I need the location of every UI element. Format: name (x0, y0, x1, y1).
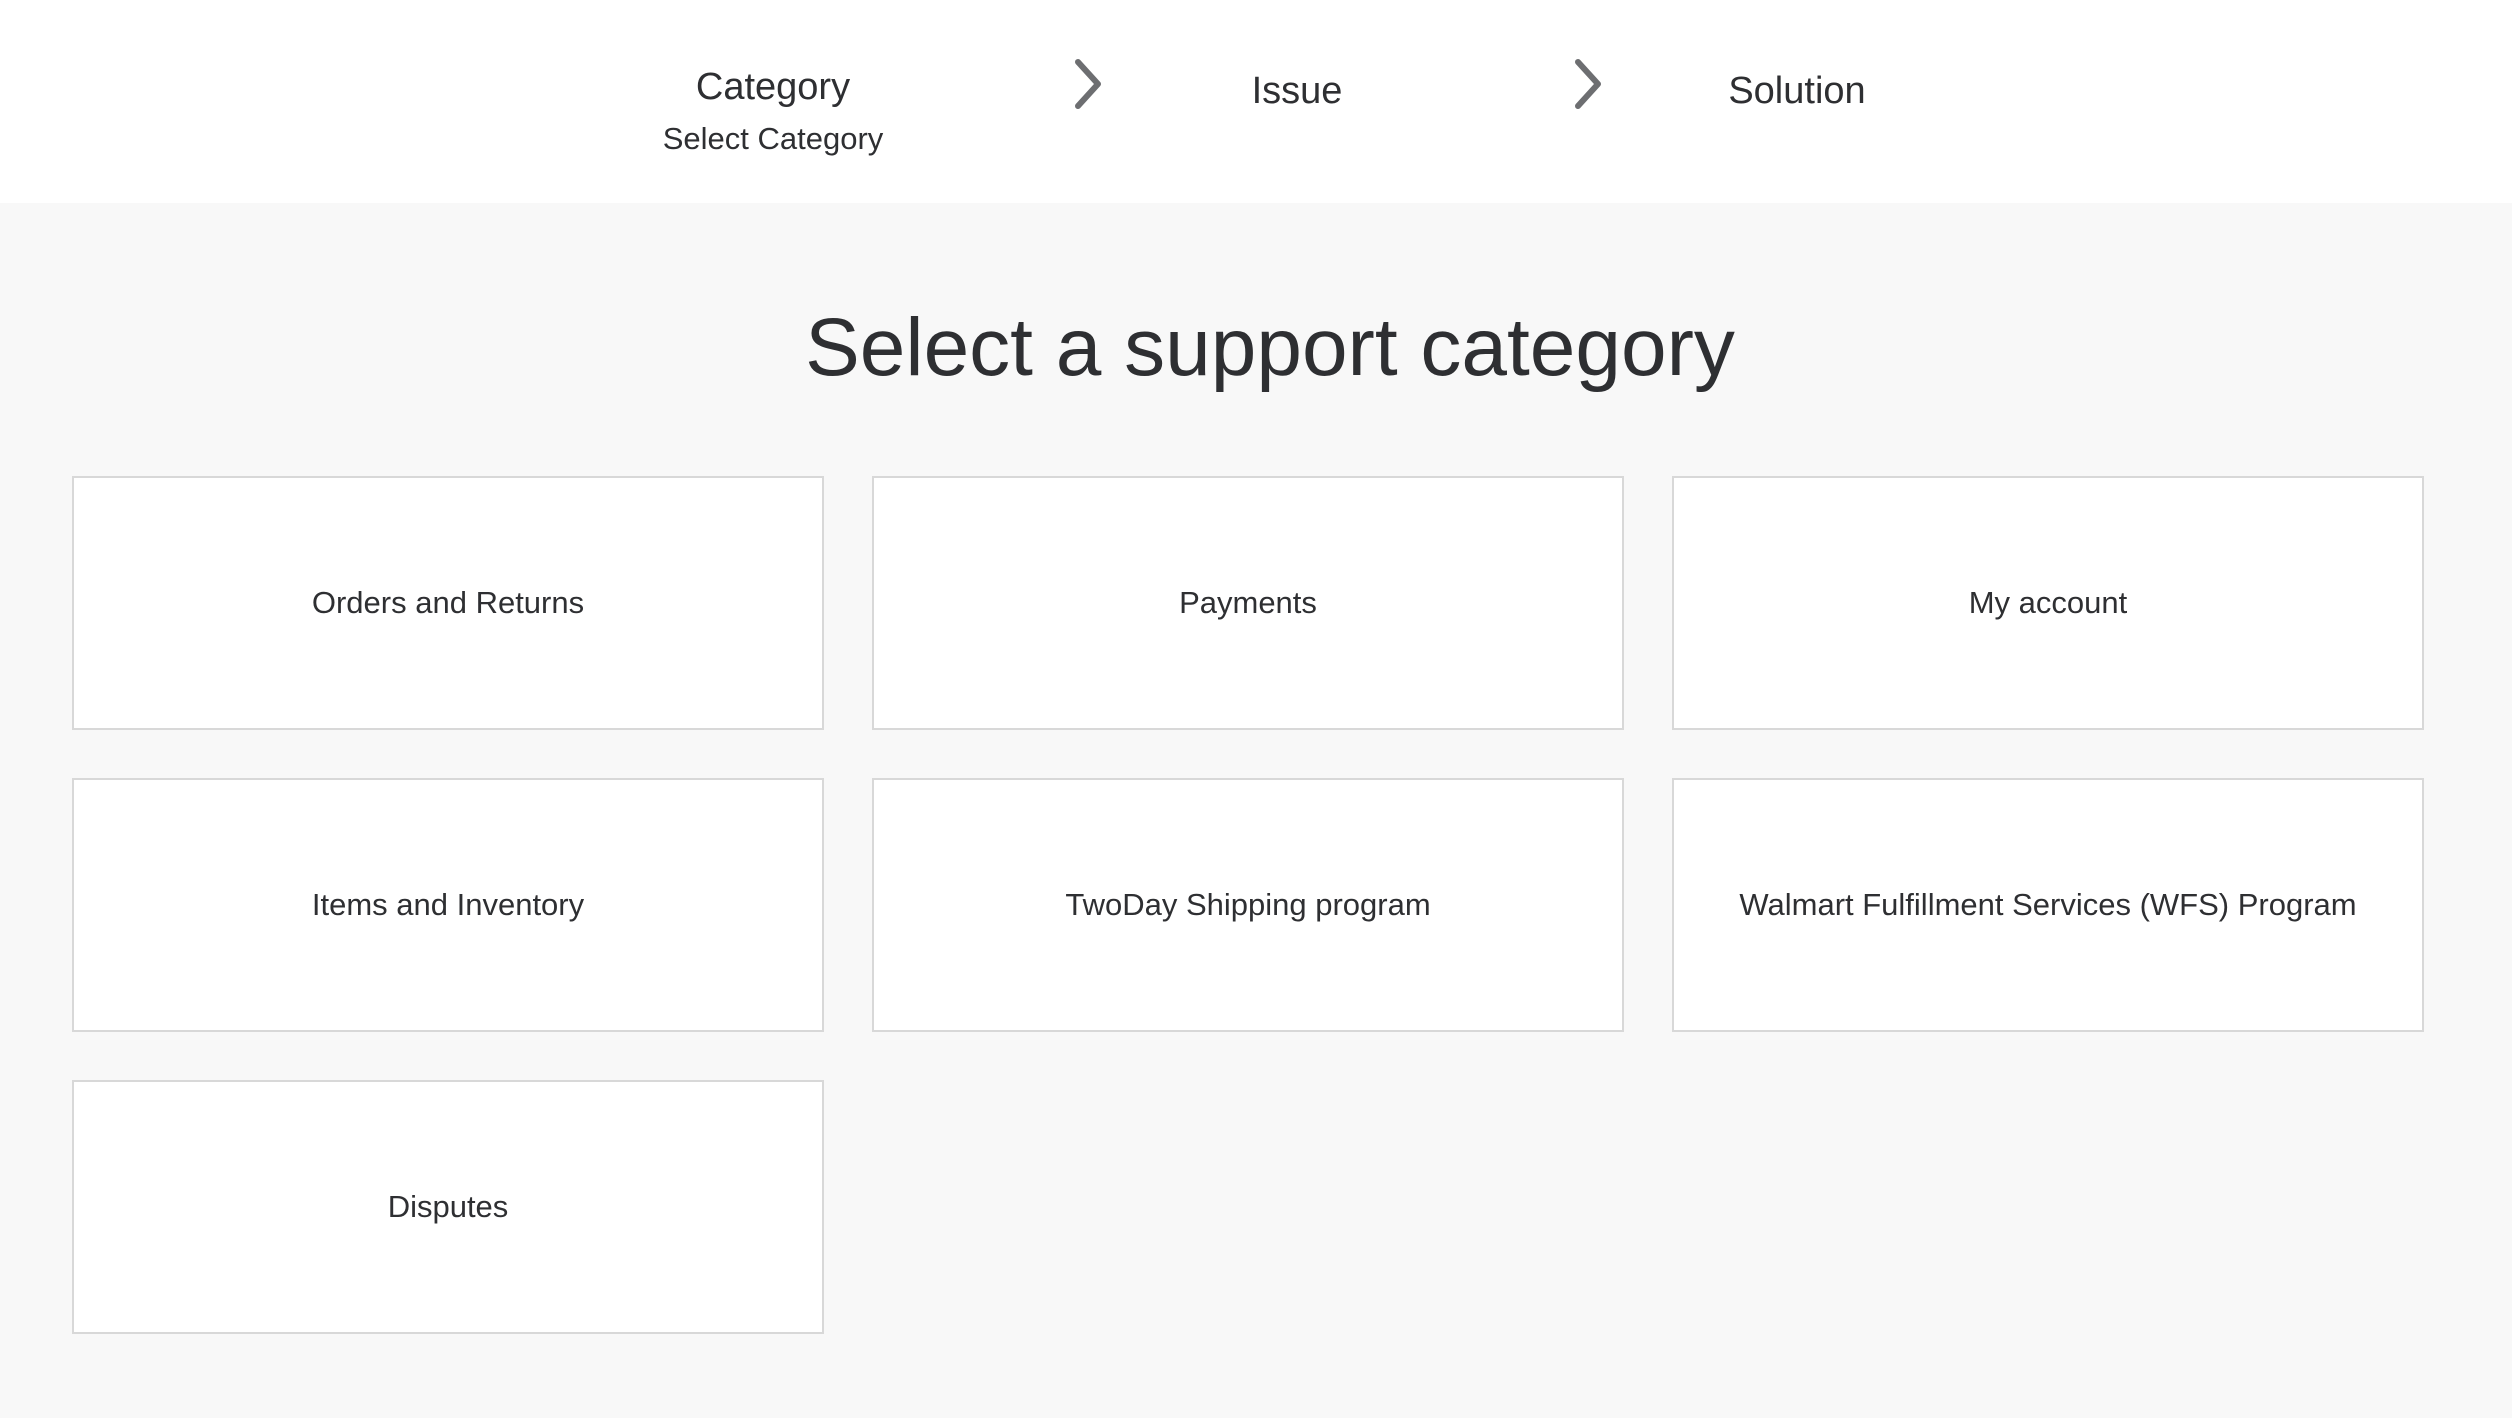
category-card-label: Items and Inventory (311, 887, 585, 922)
step-category-title: Category (695, 66, 851, 108)
category-card-label: Walmart Fulfillment Services (WFS) Progr… (1739, 887, 2357, 922)
category-card-payments[interactable]: Payments (872, 476, 1624, 730)
category-card-label: Orders and Returns (311, 585, 585, 620)
category-card-label: Payments (1179, 585, 1317, 620)
step-solution-title: Solution (1728, 70, 1866, 112)
step-category-subtitle: Select Category (662, 121, 884, 156)
step-category: Category Select Category (573, 64, 973, 158)
category-card-my-account[interactable]: My account (1672, 476, 2424, 730)
progress-stepper: Category Select Category Issue Solution (0, 0, 2512, 203)
category-card-items-and-inventory[interactable]: Items and Inventory (72, 778, 824, 1032)
step-issue: Issue (1097, 68, 1497, 114)
category-card-wfs-program[interactable]: Walmart Fulfillment Services (WFS) Progr… (1672, 778, 2424, 1032)
category-card-orders-and-returns[interactable]: Orders and Returns (72, 476, 824, 730)
main-content: Select a support category Orders and Ret… (0, 203, 2512, 1418)
category-card-label: TwoDay Shipping program (1065, 887, 1431, 922)
category-card-label: Disputes (387, 1189, 509, 1224)
step-solution: Solution (1597, 68, 1997, 114)
category-card-disputes[interactable]: Disputes (72, 1080, 824, 1334)
category-card-label: My account (1968, 585, 2128, 620)
step-issue-title: Issue (1251, 70, 1343, 112)
page-title: Select a support category (805, 302, 1735, 393)
category-grid: Orders and Returns Payments My account I… (72, 476, 2424, 1334)
category-card-twoday-shipping[interactable]: TwoDay Shipping program (872, 778, 1624, 1032)
